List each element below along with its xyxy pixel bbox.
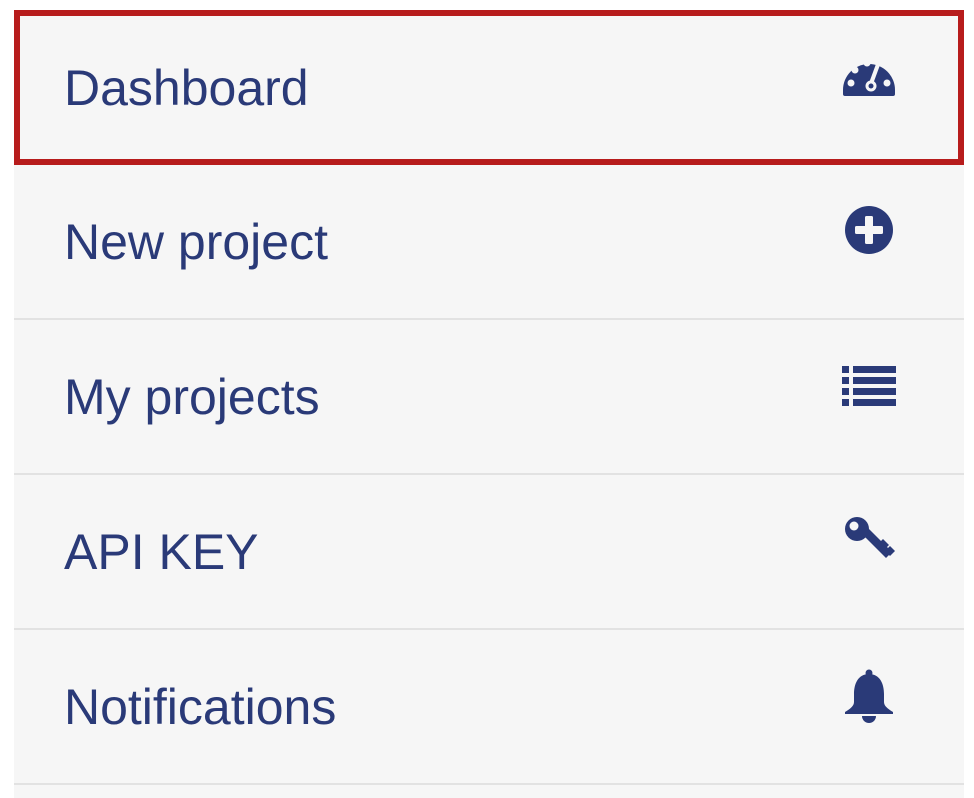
menu-item-label: Notifications	[64, 678, 337, 735]
key-icon	[840, 511, 898, 569]
list-icon	[840, 356, 898, 414]
dashboard-gauge-icon	[840, 46, 898, 104]
menu-item-label: New project	[64, 213, 328, 270]
menu-item-my-projects[interactable]: My projects	[14, 320, 964, 475]
menu-item-dashboard[interactable]: Dashboard	[14, 10, 964, 165]
menu-item-label: Dashboard	[64, 59, 309, 116]
bell-icon	[840, 666, 898, 724]
menu-item-new-project[interactable]: New project	[14, 165, 964, 320]
menu-item-label: API KEY	[64, 523, 259, 580]
sidebar-menu: Dashboard New project My projects API KE…	[14, 10, 964, 798]
menu-item-api-key[interactable]: API KEY	[14, 475, 964, 630]
menu-item-notifications[interactable]: Notifications	[14, 630, 964, 785]
menu-item-label: My projects	[64, 368, 320, 425]
plus-circle-icon	[840, 201, 898, 259]
